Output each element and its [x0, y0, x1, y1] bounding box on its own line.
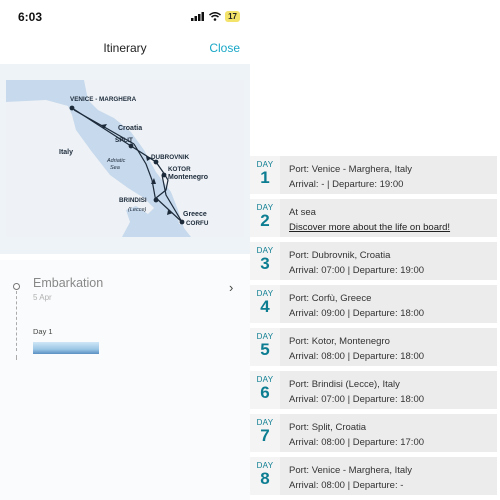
status-bar: 6:03 17	[0, 0, 250, 32]
embarkation-date: 5 Apr	[33, 293, 52, 302]
chevron-right-icon[interactable]: ›	[229, 280, 233, 295]
port-name: Port: Kotor, Montenegro	[289, 336, 390, 347]
itinerary-row[interactable]: DAY 7 Port: Split, Croatia Arrival: 08:0…	[250, 413, 497, 452]
day-label: Day 1	[33, 327, 53, 336]
map-label-italy: Italy	[59, 149, 73, 156]
wifi-icon	[209, 12, 222, 21]
life-on-board-link[interactable]: Discover more about the life on board!	[289, 222, 450, 233]
itinerary-row[interactable]: DAY 5 Port: Kotor, Montenegro Arrival: 0…	[250, 327, 497, 366]
arrival-departure: Arrival: 08:00 | Departure: -	[289, 480, 404, 491]
itinerary-row[interactable]: DAY 2 At sea Discover more about the lif…	[250, 198, 497, 237]
itinerary-map[interactable]: VENICE - MARGHERA Croatia SPLIT Italy Ad…	[6, 80, 244, 237]
port-name: Port: Split, Croatia	[289, 422, 367, 433]
day-badge: DAY 8	[250, 457, 280, 495]
timeline-line-lower	[16, 355, 17, 360]
map-label-brindisi: BRINDISI	[119, 197, 147, 204]
map-label-croatia: Croatia	[118, 125, 142, 132]
battery-icon: 17	[225, 11, 240, 22]
day-number: 8	[260, 469, 270, 488]
map-label-greece: Greece	[183, 211, 207, 218]
day-badge: DAY 5	[250, 328, 280, 366]
day-badge: DAY 4	[250, 285, 280, 323]
port-name: At sea	[289, 207, 316, 218]
port-name: Port: Venice - Marghera, Italy	[289, 164, 413, 175]
map-label-kotor: KOTOR	[168, 166, 191, 173]
map-label-dubrovnik: DUBROVNIK	[151, 154, 190, 161]
day-thumbnail[interactable]	[33, 342, 99, 354]
day-badge: DAY 7	[250, 414, 280, 452]
timeline-dot	[13, 283, 20, 290]
day-number: 6	[260, 383, 270, 402]
embarkation-title[interactable]: Embarkation	[33, 276, 103, 290]
day-number: 3	[260, 254, 270, 273]
day-badge: DAY 6	[250, 371, 280, 409]
port-name: Port: Venice - Marghera, Italy	[289, 465, 413, 476]
itinerary-row[interactable]: DAY 8 Port: Venice - Marghera, Italy Arr…	[250, 456, 497, 495]
itinerary-row[interactable]: DAY 4 Port: Corfù, Greece Arrival: 09:00…	[250, 284, 497, 323]
map-label-sea: Sea	[110, 165, 120, 171]
phone-screen: 6:03 17 Itinerary Close VENICE - MARGHER…	[0, 0, 250, 500]
day-number: 4	[260, 297, 270, 316]
map-label-montenegro: Montenegro	[168, 174, 208, 181]
map-label-lecce: (Lecce)	[128, 207, 147, 213]
port-name: Port: Corfù, Greece	[289, 293, 372, 304]
arrival-departure: Arrival: - | Departure: 19:00	[289, 179, 404, 190]
status-time: 6:03	[18, 10, 43, 24]
arrival-departure: Arrival: 08:00 | Departure: 18:00	[289, 351, 425, 362]
itinerary-row[interactable]: DAY 3 Port: Dubrovnik, Croatia Arrival: …	[250, 241, 497, 280]
nav-bar: Itinerary Close	[0, 32, 250, 64]
status-icons: 17	[191, 11, 240, 22]
day-number: 2	[260, 211, 270, 230]
map-label-split: SPLIT	[115, 137, 133, 144]
close-button[interactable]: Close	[209, 41, 240, 55]
port-name: Port: Dubrovnik, Croatia	[289, 250, 391, 261]
itinerary-row[interactable]: DAY 6 Port: Brindisi (Lecce), Italy Arri…	[250, 370, 497, 409]
day-number: 5	[260, 340, 270, 359]
map-label-adriatic: Adriatic	[106, 158, 126, 164]
day-badge: DAY 2	[250, 199, 280, 237]
map-graphic: VENICE - MARGHERA Croatia SPLIT Italy Ad…	[6, 80, 244, 237]
signal-icon	[191, 12, 205, 21]
map-label-corfu: CORFU	[186, 220, 209, 227]
timeline-line	[16, 291, 17, 351]
arrival-departure: Arrival: 09:00 | Departure: 18:00	[289, 308, 425, 319]
itinerary-row[interactable]: DAY 1 Port: Venice - Marghera, Italy Arr…	[250, 155, 497, 194]
port-name: Port: Brindisi (Lecce), Italy	[289, 379, 400, 390]
arrival-departure: Arrival: 08:00 | Departure: 17:00	[289, 437, 425, 448]
day-badge: DAY 1	[250, 156, 280, 194]
day-number: 1	[260, 168, 270, 187]
day-badge: DAY 3	[250, 242, 280, 280]
embarkation-section: Embarkation 5 Apr › Day 1	[0, 260, 250, 500]
arrival-departure: Arrival: 07:00 | Departure: 18:00	[289, 394, 425, 405]
map-label-venice: VENICE - MARGHERA	[70, 96, 137, 103]
arrival-departure: Arrival: 07:00 | Departure: 19:00	[289, 265, 425, 276]
day-number: 7	[260, 426, 270, 445]
